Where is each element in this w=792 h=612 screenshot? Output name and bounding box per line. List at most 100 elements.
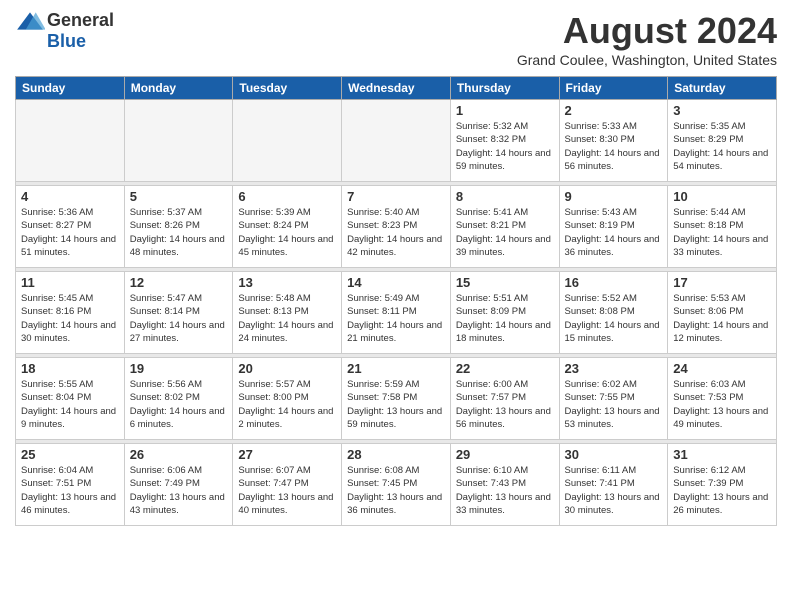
calendar-cell: 20Sunrise: 5:57 AMSunset: 8:00 PMDayligh… [233, 358, 342, 440]
day-number: 3 [673, 103, 771, 118]
logo-blue: Blue [47, 31, 86, 52]
day-info: Sunrise: 6:10 AMSunset: 7:43 PMDaylight:… [456, 464, 554, 517]
calendar-cell: 11 Sunrise: 5:45 AMSunset: 8:16 PMDayligh… [16, 272, 125, 354]
title-section: August 2024 Grand Coulee, Washington, Un… [517, 10, 777, 68]
header-wednesday: Wednesday [342, 77, 451, 100]
calendar-cell: 31 Sunrise: 6:12 AMSunset: 7:39 PMDayligh… [668, 444, 777, 526]
day-info: Sunrise: 5:45 AMSunset: 8:16 PMDaylight:… [21, 292, 119, 345]
day-info: Sunrise: 6:04 AMSunset: 7:51 PMDaylight:… [21, 464, 119, 517]
day-info: Sunrise: 6:12 AMSunset: 7:39 PMDaylight:… [673, 464, 771, 517]
day-info: Sunrise: 5:49 AMSunset: 8:11 PMDaylight:… [347, 292, 445, 345]
day-number: 27 [238, 447, 336, 462]
day-info: Sunrise: 5:51 AMSunset: 8:09 PMDaylight:… [456, 292, 554, 345]
day-info: Sunrise: 5:33 AMSunset: 8:30 PMDaylight:… [565, 120, 663, 173]
day-number: 25 [21, 447, 119, 462]
day-number: 11 [21, 275, 119, 290]
calendar-cell: 8Sunrise: 5:41 AMSunset: 8:21 PMDaylight… [450, 186, 559, 268]
day-info: Sunrise: 6:11 AMSunset: 7:41 PMDaylight:… [565, 464, 663, 517]
calendar-cell [124, 100, 233, 182]
day-info: Sunrise: 5:36 AMSunset: 8:27 PMDaylight:… [21, 206, 119, 259]
day-number: 24 [673, 361, 771, 376]
day-number: 9 [565, 189, 663, 204]
calendar-cell: 1 Sunrise: 5:32 AMSunset: 8:32 PMDaylight… [450, 100, 559, 182]
day-number: 5 [130, 189, 228, 204]
day-number: 30 [565, 447, 663, 462]
calendar-week-row: 25 Sunrise: 6:04 AMSunset: 7:51 PMDayligh… [16, 444, 777, 526]
day-number: 10 [673, 189, 771, 204]
calendar-cell [16, 100, 125, 182]
day-number: 15 [456, 275, 554, 290]
day-info: Sunrise: 5:35 AMSunset: 8:29 PMDaylight:… [673, 120, 771, 173]
calendar-week-row: 11 Sunrise: 5:45 AMSunset: 8:16 PMDayligh… [16, 272, 777, 354]
day-info: Sunrise: 5:47 AMSunset: 8:14 PMDaylight:… [130, 292, 228, 345]
calendar-cell: 28 Sunrise: 6:08 AMSunset: 7:45 PMDayligh… [342, 444, 451, 526]
day-number: 14 [347, 275, 445, 290]
calendar-cell: 21 Sunrise: 5:59 AMSunset: 7:58 PMDayligh… [342, 358, 451, 440]
calendar-cell: 4 Sunrise: 5:36 AMSunset: 8:27 PMDaylight… [16, 186, 125, 268]
day-number: 1 [456, 103, 554, 118]
calendar-cell: 6Sunrise: 5:39 AMSunset: 8:24 PMDaylight… [233, 186, 342, 268]
day-info: Sunrise: 5:53 AMSunset: 8:06 PMDaylight:… [673, 292, 771, 345]
calendar-cell [233, 100, 342, 182]
calendar-week-row: 4 Sunrise: 5:36 AMSunset: 8:27 PMDaylight… [16, 186, 777, 268]
calendar-cell: 18 Sunrise: 5:55 AMSunset: 8:04 PMDayligh… [16, 358, 125, 440]
day-info: Sunrise: 5:37 AMSunset: 8:26 PMDaylight:… [130, 206, 228, 259]
header-saturday: Saturday [668, 77, 777, 100]
day-info: Sunrise: 6:02 AMSunset: 7:55 PMDaylight:… [565, 378, 663, 431]
day-info: Sunrise: 5:39 AMSunset: 8:24 PMDaylight:… [238, 206, 336, 259]
day-info: Sunrise: 5:48 AMSunset: 8:13 PMDaylight:… [238, 292, 336, 345]
day-info: Sunrise: 5:32 AMSunset: 8:32 PMDaylight:… [456, 120, 554, 173]
day-number: 31 [673, 447, 771, 462]
calendar-cell: 24 Sunrise: 6:03 AMSunset: 7:53 PMDayligh… [668, 358, 777, 440]
calendar-cell: 19 Sunrise: 5:56 AMSunset: 8:02 PMDayligh… [124, 358, 233, 440]
day-number: 18 [21, 361, 119, 376]
day-info: Sunrise: 6:03 AMSunset: 7:53 PMDaylight:… [673, 378, 771, 431]
calendar-cell: 10 Sunrise: 5:44 AMSunset: 8:18 PMDayligh… [668, 186, 777, 268]
calendar-subtitle: Grand Coulee, Washington, United States [517, 52, 777, 68]
calendar-table: Sunday Monday Tuesday Wednesday Thursday… [15, 76, 777, 526]
day-number: 23 [565, 361, 663, 376]
day-info: Sunrise: 6:08 AMSunset: 7:45 PMDaylight:… [347, 464, 445, 517]
header-monday: Monday [124, 77, 233, 100]
day-info: Sunrise: 5:44 AMSunset: 8:18 PMDaylight:… [673, 206, 771, 259]
day-info: Sunrise: 5:41 AMSunset: 8:21 PMDaylight:… [456, 206, 554, 259]
day-number: 21 [347, 361, 445, 376]
logo-general: General [47, 10, 114, 31]
day-number: 16 [565, 275, 663, 290]
calendar-cell [342, 100, 451, 182]
day-number: 2 [565, 103, 663, 118]
calendar-cell: 30 Sunrise: 6:11 AMSunset: 7:41 PMDayligh… [559, 444, 668, 526]
calendar-cell: 2 Sunrise: 5:33 AMSunset: 8:30 PMDaylight… [559, 100, 668, 182]
day-number: 22 [456, 361, 554, 376]
day-number: 12 [130, 275, 228, 290]
header-thursday: Thursday [450, 77, 559, 100]
calendar-week-row: 18 Sunrise: 5:55 AMSunset: 8:04 PMDayligh… [16, 358, 777, 440]
day-info: Sunrise: 5:59 AMSunset: 7:58 PMDaylight:… [347, 378, 445, 431]
day-number: 7 [347, 189, 445, 204]
calendar-cell: 16Sunrise: 5:52 AMSunset: 8:08 PMDayligh… [559, 272, 668, 354]
calendar-cell: 22 Sunrise: 6:00 AMSunset: 7:57 PMDayligh… [450, 358, 559, 440]
page-header: General Blue August 2024 Grand Coulee, W… [15, 10, 777, 68]
day-info: Sunrise: 6:06 AMSunset: 7:49 PMDaylight:… [130, 464, 228, 517]
calendar-week-row: 1 Sunrise: 5:32 AMSunset: 8:32 PMDaylight… [16, 100, 777, 182]
day-number: 17 [673, 275, 771, 290]
calendar-cell: 29 Sunrise: 6:10 AMSunset: 7:43 PMDayligh… [450, 444, 559, 526]
day-number: 19 [130, 361, 228, 376]
day-number: 26 [130, 447, 228, 462]
day-info: Sunrise: 6:00 AMSunset: 7:57 PMDaylight:… [456, 378, 554, 431]
day-info: Sunrise: 5:55 AMSunset: 8:04 PMDaylight:… [21, 378, 119, 431]
calendar-cell: 25 Sunrise: 6:04 AMSunset: 7:51 PMDayligh… [16, 444, 125, 526]
header-sunday: Sunday [16, 77, 125, 100]
day-number: 29 [456, 447, 554, 462]
day-info: Sunrise: 6:07 AMSunset: 7:47 PMDaylight:… [238, 464, 336, 517]
calendar-header-row: Sunday Monday Tuesday Wednesday Thursday… [16, 77, 777, 100]
calendar-cell: 3 Sunrise: 5:35 AMSunset: 8:29 PMDaylight… [668, 100, 777, 182]
day-info: Sunrise: 5:56 AMSunset: 8:02 PMDaylight:… [130, 378, 228, 431]
day-number: 4 [21, 189, 119, 204]
logo: General Blue [15, 10, 114, 52]
calendar-cell: 14 Sunrise: 5:49 AMSunset: 8:11 PMDayligh… [342, 272, 451, 354]
day-info: Sunrise: 5:40 AMSunset: 8:23 PMDaylight:… [347, 206, 445, 259]
day-info: Sunrise: 5:57 AMSunset: 8:00 PMDaylight:… [238, 378, 336, 431]
day-number: 28 [347, 447, 445, 462]
logo-icon [15, 11, 45, 31]
